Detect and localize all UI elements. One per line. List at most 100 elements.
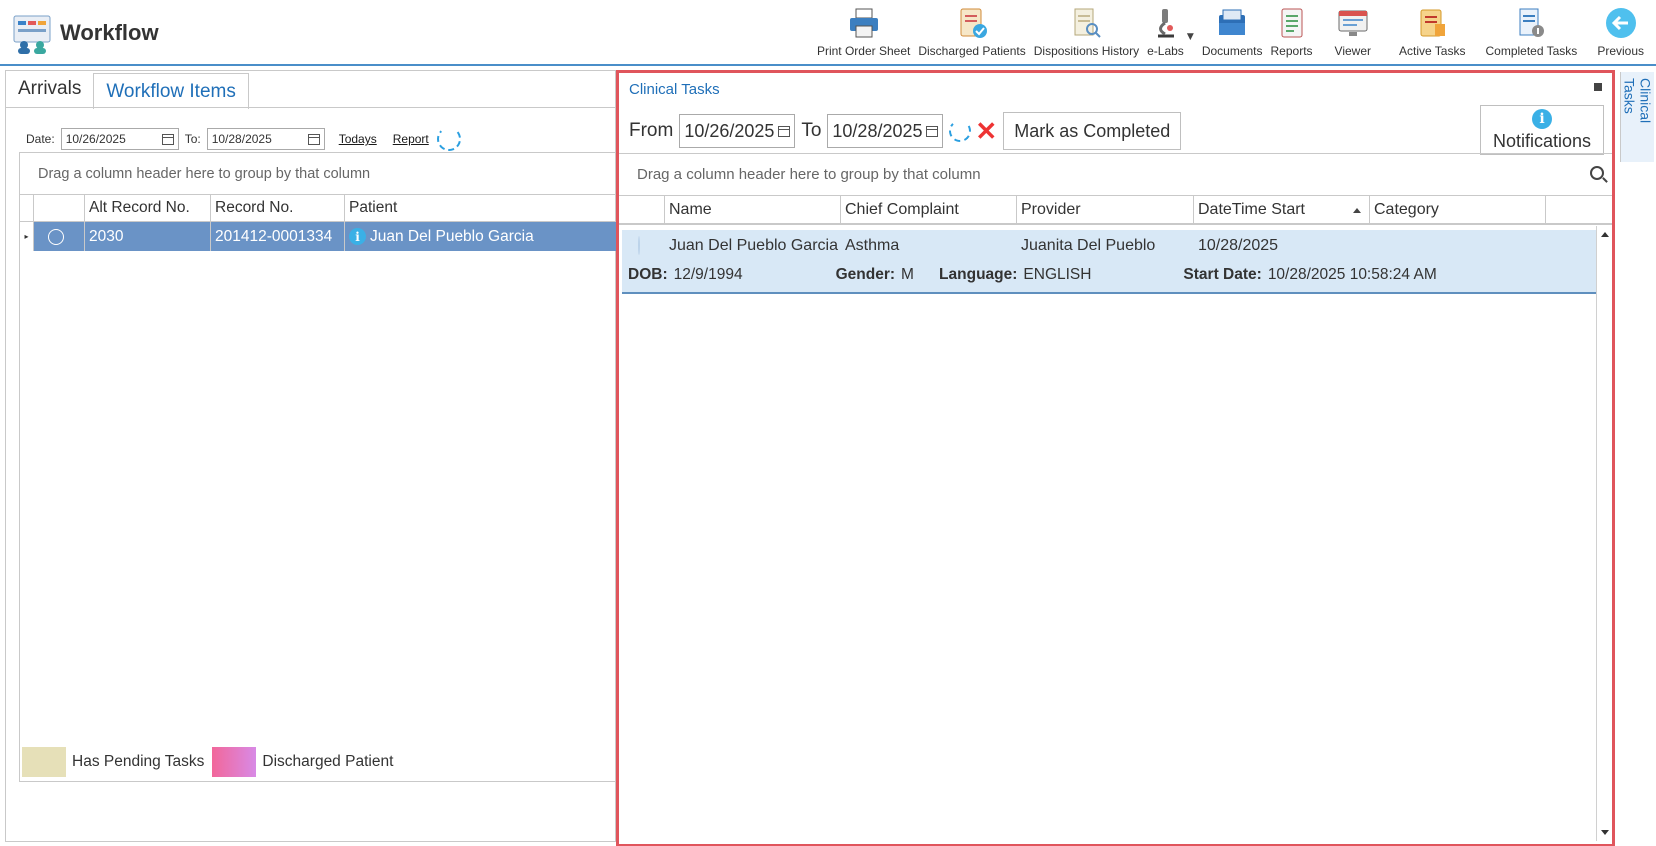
date-to-field[interactable]: 10/28/2025 [206, 128, 325, 150]
toolbar-label: Discharged Patients [918, 44, 1026, 58]
date-filter-row: Date: 10/26/2025 To: 10/28/2025 Todays R… [26, 127, 465, 151]
refresh-icon[interactable] [949, 120, 972, 142]
tab-workflow-items[interactable]: Workflow Items [93, 73, 249, 109]
refresh-icon[interactable] [436, 127, 461, 151]
completed-tasks-icon [1514, 6, 1548, 40]
column-header-alt-record[interactable]: Alt Record No. [85, 195, 211, 221]
dob-label: DOB: [628, 266, 668, 283]
column-header-name[interactable]: Name [665, 196, 841, 223]
task-row-detail: DOB: 12/9/1994 Gender: M Language: ENGLI… [622, 262, 1597, 288]
dispositions-history-button[interactable]: Dispositions History [1030, 4, 1143, 62]
legend-label: Discharged Patient [262, 753, 394, 770]
date-from-field[interactable]: 10/26/2025 [60, 128, 179, 150]
report-link[interactable]: Report [393, 132, 429, 146]
toolbar-label: Previous [1597, 44, 1644, 58]
workflow-app: Workflow Print Order Sheet Discharged Pa… [0, 0, 1656, 846]
chevron-down-icon[interactable]: ▼ [1187, 32, 1194, 42]
to-date-value: 10/28/2025 [832, 120, 923, 141]
column-header-provider[interactable]: Provider [1017, 196, 1194, 223]
calendar-icon[interactable] [161, 133, 174, 145]
viewer-button[interactable]: Viewer [1317, 4, 1389, 62]
active-tasks-button[interactable]: Active Tasks [1389, 4, 1475, 62]
start-date-label: Start Date: [1183, 266, 1262, 283]
row-radio[interactable] [638, 236, 640, 255]
toolbar-label: Viewer [1334, 44, 1372, 58]
column-header-category[interactable]: Category [1370, 196, 1546, 223]
group-by-panel[interactable]: Drag a column header here to group by th… [619, 154, 1612, 196]
legend-item-discharged: Discharged Patient [212, 747, 393, 777]
microscope-icon [1148, 6, 1182, 40]
tab-arrivals[interactable]: Arrivals [6, 71, 93, 107]
toolbar: Print Order Sheet Discharged Patients Di… [813, 4, 1650, 62]
column-header-record-no[interactable]: Record No. [211, 195, 345, 221]
info-icon[interactable]: i [349, 228, 366, 245]
workflow-items-grid: Drag a column header here to group by th… [19, 152, 617, 782]
tab-divider [6, 107, 617, 108]
row-select-cell[interactable] [622, 236, 665, 255]
calendar-icon[interactable] [926, 125, 939, 137]
language-value: ENGLISH [1023, 266, 1092, 283]
dob-value: 12/9/1994 [673, 266, 743, 283]
row-select-cell[interactable] [34, 222, 85, 251]
legend: Has Pending Tasks Discharged Patient [22, 746, 401, 778]
to-label: To: [184, 132, 201, 146]
discharged-patients-button[interactable]: Discharged Patients [914, 4, 1029, 62]
alt-record-cell: 2030 [85, 222, 211, 251]
table-row[interactable]: ▸ 2030 201412-0001334 i Juan Del Pueblo … [20, 222, 617, 251]
group-by-panel[interactable]: Drag a column header here to group by th… [20, 153, 617, 195]
clinical-from-date-field[interactable]: 10/26/2025 [679, 114, 796, 148]
row-indicator-header [20, 195, 34, 221]
mark-as-completed-button[interactable]: Mark as Completed [1003, 112, 1182, 150]
vertical-scrollbar[interactable] [1596, 226, 1612, 841]
gender-label: Gender: [835, 266, 896, 283]
documents-button[interactable]: Documents [1198, 4, 1267, 62]
toolbar-label: Reports [1270, 44, 1313, 58]
clinical-tasks-side-tab[interactable]: Clinical Tasks [1620, 72, 1654, 162]
toolbar-label: Dispositions History [1033, 44, 1140, 58]
column-header-chief-complaint[interactable]: Chief Complaint [841, 196, 1017, 223]
documents-icon [1215, 6, 1249, 40]
notifications-button[interactable]: i Notifications [1480, 105, 1604, 155]
clear-icon[interactable]: ✕ [975, 118, 997, 144]
todays-link[interactable]: Todays [339, 132, 377, 146]
page-title: Workflow [60, 20, 159, 45]
row-pointer-icon: ▸ [20, 222, 34, 251]
toolbar-label: Active Tasks [1399, 44, 1466, 58]
clinical-to-date-field[interactable]: 10/28/2025 [827, 114, 944, 148]
legend-label: Has Pending Tasks [72, 753, 205, 770]
group-hint-text: Drag a column header here to group by th… [637, 166, 981, 183]
from-label: From [629, 120, 674, 141]
datetime-start-label: DateTime Start [1198, 200, 1305, 218]
clinical-tasks-title: Clinical Tasks [629, 81, 720, 98]
calendar-icon[interactable] [778, 125, 791, 137]
scroll-up-icon[interactable] [1601, 232, 1609, 237]
tab-strip: Arrivals Workflow Items [6, 71, 249, 109]
legend-item-pending: Has Pending Tasks [22, 747, 204, 777]
table-row[interactable]: Juan Del Pueblo Garcia Asthma Juanita De… [622, 230, 1597, 294]
column-header-datetime-start[interactable]: DateTime Start [1194, 196, 1370, 223]
gender-value: M [901, 266, 914, 283]
pin-icon[interactable] [1594, 83, 1602, 91]
column-header-patient[interactable]: Patient [345, 195, 617, 221]
task-start-cell: 10/28/2025 [1198, 237, 1279, 254]
previous-button[interactable]: Previous [1587, 4, 1650, 62]
record-no-cell: 201412-0001334 [211, 222, 345, 251]
e-labs-button[interactable]: e-Labs ▼ [1143, 4, 1194, 62]
active-tasks-icon [1415, 6, 1449, 40]
workflow-left-panel: Arrivals Workflow Items Date: 10/26/2025… [5, 70, 617, 842]
search-icon[interactable] [1590, 166, 1604, 180]
print-order-sheet-button[interactable]: Print Order Sheet [813, 4, 914, 62]
info-icon: i [1532, 108, 1552, 129]
side-tab-label: Clinical Tasks [1621, 78, 1654, 124]
to-label: To [801, 120, 822, 141]
row-radio[interactable] [48, 228, 64, 245]
dispositions-history-icon [1069, 6, 1103, 40]
legend-swatch-discharged [212, 747, 257, 777]
patient-cell: i Juan Del Pueblo Garcia [345, 222, 617, 251]
legend-swatch-pending [22, 747, 66, 777]
completed-tasks-button[interactable]: Completed Tasks [1475, 4, 1587, 62]
scroll-down-icon[interactable] [1601, 830, 1609, 835]
date-label: Date: [26, 132, 55, 146]
calendar-icon[interactable] [307, 133, 320, 145]
reports-button[interactable]: Reports [1267, 4, 1317, 62]
